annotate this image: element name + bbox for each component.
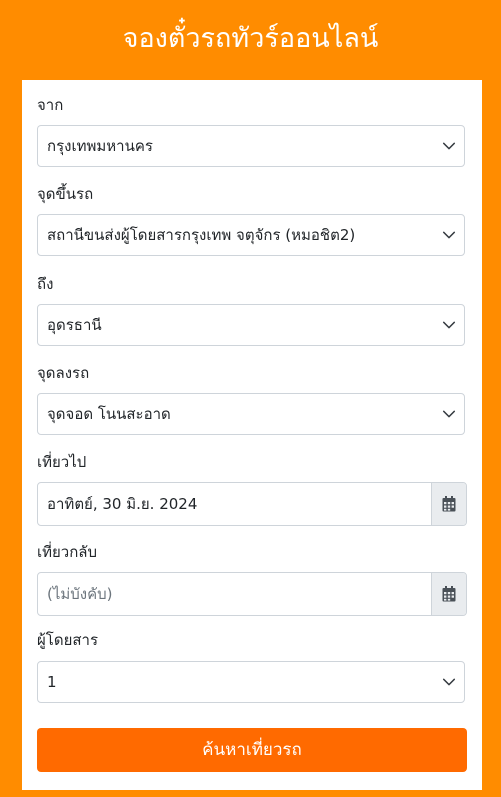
departure-calendar-button[interactable] [431,483,466,525]
chevron-down-icon [442,231,456,239]
departure-date-input[interactable]: อาทิตย์, 30 มิ.ย. 2024 [37,482,467,526]
return-label: เที่ยวกลับ [37,543,98,561]
departure-label: เที่ยวไป [37,453,87,471]
destination-value: อุดรธานี [47,316,102,334]
origin-label: จาก [37,96,64,114]
chevron-down-icon [442,410,456,418]
chevron-down-icon [442,321,456,329]
calendar-icon [442,496,456,512]
passengers-select[interactable]: 1 [37,661,465,703]
origin-value: กรุงเทพมหานคร [47,137,153,155]
passengers-label: ผู้โดยสาร [37,631,99,649]
chevron-down-icon [442,678,456,686]
boarding-point-label: จุดขึ้นรถ [37,185,94,203]
chevron-down-icon [442,142,456,150]
departure-date-value: อาทิตย์, 30 มิ.ย. 2024 [47,495,198,513]
destination-select[interactable]: อุดรธานี [37,304,465,346]
boarding-point-select[interactable]: สถานีขนส่งผู้โดยสารกรุงเทพ จตุจักร (หมอช… [37,214,465,256]
destination-label: ถึง [37,275,54,293]
drop-point-label: จุดลงรถ [37,364,90,382]
search-button[interactable]: ค้นหาเที่ยวรถ [37,728,467,772]
booking-form: จาก กรุงเทพมหานคร จุดขึ้นรถ สถานีขนส่งผู… [22,80,482,790]
drop-point-select[interactable]: จุดจอด โนนสะอาด [37,393,465,435]
boarding-point-value: สถานีขนส่งผู้โดยสารกรุงเทพ จตุจักร (หมอช… [47,226,356,244]
drop-point-value: จุดจอด โนนสะอาด [47,405,171,423]
calendar-icon [442,586,456,602]
passengers-value: 1 [47,673,57,691]
origin-select[interactable]: กรุงเทพมหานคร [37,125,465,167]
page-title: จองตั๋วรถทัวร์ออนไลน์ [122,23,379,54]
return-date-placeholder: (ไม่บังคับ) [47,585,113,603]
return-calendar-button[interactable] [431,573,466,615]
return-date-input[interactable]: (ไม่บังคับ) [37,572,467,616]
